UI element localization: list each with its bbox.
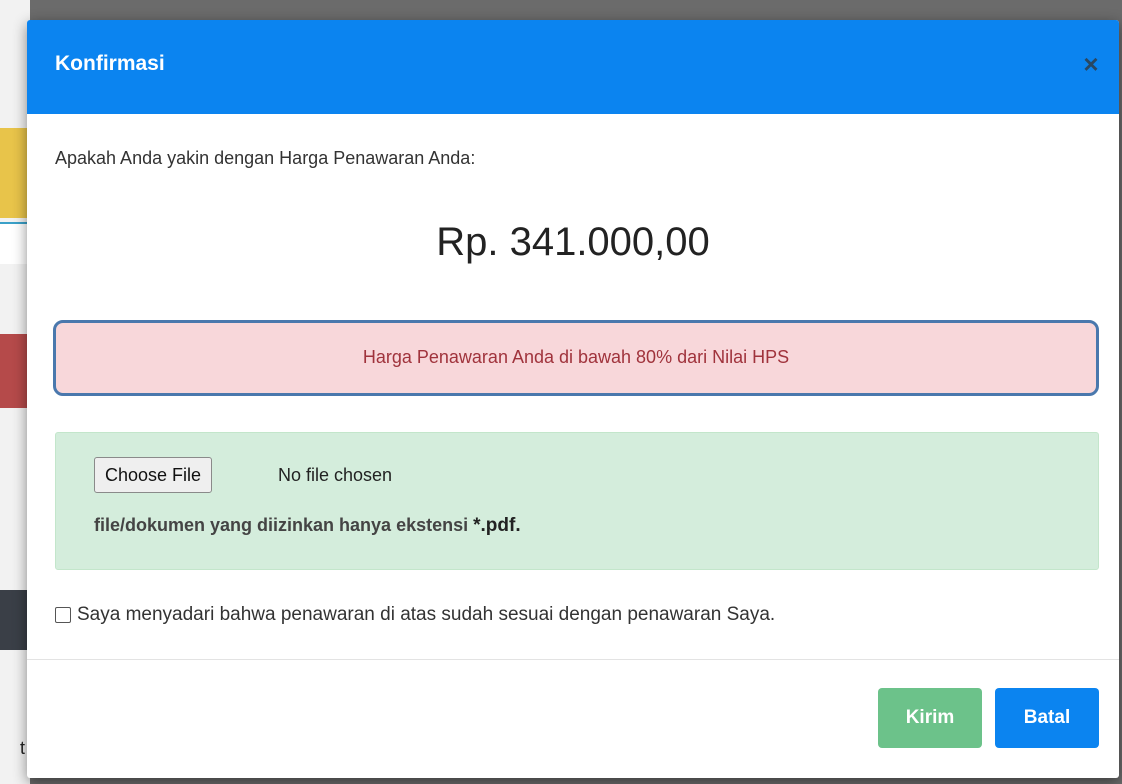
close-icon[interactable]: × (1077, 50, 1105, 78)
file-extension-note: file/dokumen yang diizinkan hanya eksten… (94, 515, 521, 537)
agreement-row[interactable]: Saya menyadari bahwa penawaran di atas s… (55, 604, 775, 626)
bid-amount: Rp. 341.000,00 (436, 220, 710, 264)
underlying-page-strip (0, 334, 30, 408)
underlying-page-text: t (20, 738, 26, 758)
file-note-text: file/dokumen yang diizinkan hanya eksten… (94, 515, 474, 535)
submit-button[interactable]: Kirim (878, 688, 982, 748)
price-warning-alert: Harga Penawaran Anda di bawah 80% dari N… (53, 320, 1099, 396)
file-note-extension: *.pdf. (473, 515, 521, 536)
underlying-page: t (0, 0, 30, 784)
agreement-checkbox[interactable] (55, 607, 71, 623)
footer-divider (27, 659, 1119, 660)
underlying-page-strip (0, 128, 30, 218)
file-status: No file chosen (278, 465, 393, 485)
underlying-page-strip (0, 590, 30, 650)
modal-header: Konfirmasi × (27, 20, 1119, 114)
confirmation-prompt: Apakah Anda yakin dengan Harga Penawaran… (55, 148, 476, 168)
confirmation-modal: Konfirmasi × Apakah Anda yakin dengan Ha… (27, 20, 1119, 778)
cancel-button[interactable]: Batal (995, 688, 1099, 748)
choose-file-button[interactable]: Choose File (94, 457, 213, 493)
file-upload-panel: Choose File No file chosen file/dokumen … (55, 432, 1099, 570)
agreement-label: Saya menyadari bahwa penawaran di atas s… (77, 604, 776, 625)
modal-title: Konfirmasi (55, 52, 165, 75)
underlying-page-strip (0, 222, 30, 264)
